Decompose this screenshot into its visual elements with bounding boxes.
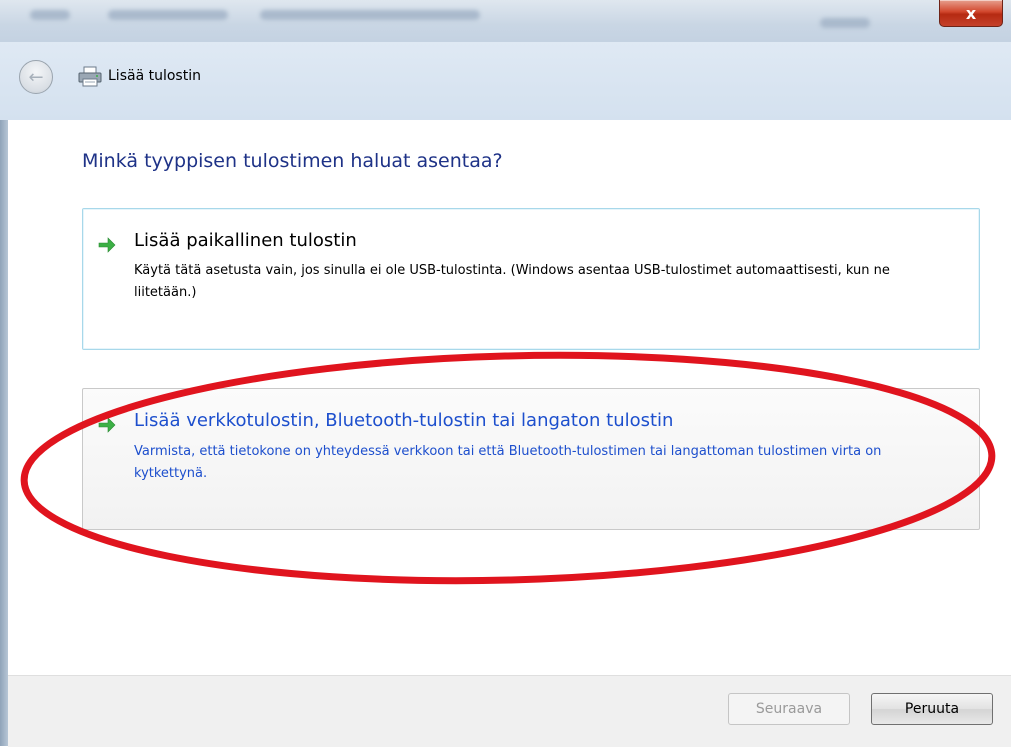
next-button[interactable]: Seuraava bbox=[728, 693, 850, 725]
page-heading: Minkä tyyppisen tulostimen haluat asenta… bbox=[82, 150, 503, 172]
blurred-search bbox=[820, 18, 870, 28]
option-title[interactable]: Lisää verkkotulostin, Bluetooth-tulostin… bbox=[134, 410, 673, 431]
wizard-footer bbox=[8, 675, 1011, 747]
blurred-breadcrumb bbox=[30, 10, 70, 20]
close-button[interactable]: x bbox=[939, 0, 1003, 27]
printer-icon bbox=[78, 66, 102, 87]
back-arrow-icon: ← bbox=[28, 66, 44, 88]
blurred-breadcrumb bbox=[108, 10, 228, 20]
green-arrow-icon bbox=[98, 237, 116, 253]
cancel-button[interactable]: Peruuta bbox=[871, 693, 993, 725]
option-title[interactable]: Lisää paikallinen tulostin bbox=[134, 230, 357, 251]
close-icon: x bbox=[965, 3, 977, 23]
window-border bbox=[0, 120, 8, 746]
blurred-breadcrumb bbox=[260, 10, 480, 20]
option-description: Varmista, että tietokone on yhteydessä v… bbox=[134, 444, 882, 481]
title-bar: x bbox=[0, 0, 1011, 42]
window-title: Lisää tulostin bbox=[108, 68, 201, 84]
option-description: Käytä tätä asetusta vain, jos sinulla ei… bbox=[134, 263, 890, 300]
back-button[interactable]: ← bbox=[19, 60, 53, 94]
green-arrow-icon bbox=[98, 417, 116, 433]
